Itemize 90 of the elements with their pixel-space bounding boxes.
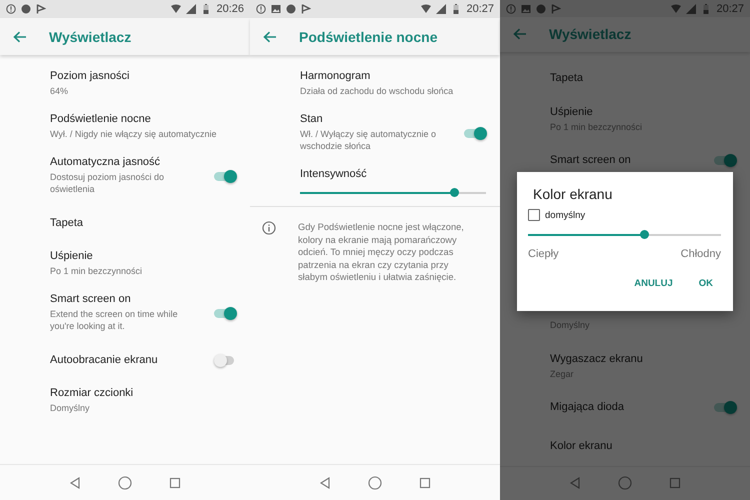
setting-title: Poziom jasności: [50, 70, 130, 82]
back-arrow-icon[interactable]: [513, 28, 527, 40]
setting-title: Smart screen on: [50, 293, 132, 305]
battery-icon: [201, 4, 212, 14]
image-icon: [271, 4, 281, 14]
setting-title: Stan: [300, 113, 324, 125]
dialog-title: Kolor ekranu: [532, 185, 614, 204]
slider-thumb[interactable]: [450, 188, 460, 197]
setting-title: Podświetlenie nocne: [50, 113, 152, 125]
setting-summary: Wł. / Wyłączy się automatycznie o wschodzie słońca: [300, 128, 437, 152]
back-triangle-icon[interactable]: [68, 476, 82, 490]
slider-thumb[interactable]: [640, 230, 649, 239]
setting-summary: Po 1 min bezczynności: [50, 265, 144, 277]
settings-item[interactable]: Automatyczna jasność Dostosuj poziom jasności do oświetlenia: [0, 148, 250, 203]
setting-title: Uśpienie: [550, 106, 594, 118]
toggle-switch[interactable]: [214, 354, 236, 366]
alert-icon: [6, 4, 16, 14]
flag-icon: [301, 4, 311, 14]
checkbox-label: domyślny: [545, 210, 586, 220]
toggle-switch[interactable]: [714, 401, 736, 414]
settings-item[interactable]: Uśpienie Po 1 min bezczynności: [0, 242, 250, 285]
signal-icon: [436, 4, 446, 14]
status-time: 20:27: [466, 3, 494, 15]
info-icon: [262, 221, 276, 235]
battery-icon: [451, 4, 462, 14]
back-arrow-icon[interactable]: [13, 30, 27, 42]
checkbox[interactable]: [528, 209, 540, 221]
status-time: 20:26: [216, 3, 244, 15]
settings-item[interactable]: Autoobracanie ekranu: [0, 340, 250, 379]
settings-item[interactable]: Harmonogram Działa od zachodu do wschodu słońca: [250, 62, 500, 105]
setting-title: Automatyczna jasność: [50, 156, 162, 168]
alert-icon: [506, 4, 516, 14]
setting-title: Harmonogram: [300, 70, 372, 82]
slider-end-label: Chłodny: [680, 248, 721, 260]
flag-icon: [551, 4, 561, 14]
settings-item[interactable]: Poziom jasności 64%: [0, 62, 250, 105]
home-circle-icon[interactable]: [368, 476, 382, 490]
setting-summary: 64%: [50, 85, 70, 97]
battery-icon: [701, 4, 712, 14]
toggle-switch[interactable]: [464, 126, 486, 138]
info-text: Gdy Podświetlenie nocne jest włączone, kolory na ekranie mają pomarańczowy odcień. To mniej męczy oczy podczas patrzenia na ekran czy czytania przy słabym oświetleniu i ułatwia zaśnięcie.: [298, 221, 465, 284]
dialog-button[interactable]: OK: [690, 274, 721, 293]
setting-title: Migająca dioda: [550, 401, 625, 414]
signal-icon: [186, 4, 196, 14]
setting-title: Uśpienie: [50, 250, 94, 262]
setting-title: Autoobracanie ekranu: [50, 354, 159, 366]
toggle-switch[interactable]: [214, 306, 236, 318]
setting-summary: Działa od zachodu do wschodu słońca: [300, 85, 454, 97]
circle-icon: [21, 4, 31, 14]
toggle-switch[interactable]: [214, 170, 236, 182]
setting-title: Tapeta: [50, 216, 84, 228]
setting-summary: Dostosuj poziom jasności do oświetlenia: [50, 171, 166, 195]
screen-title: Wyświetlacz: [549, 26, 632, 42]
settings-item[interactable]: Podświetlenie nocne Wył. / Nigdy nie włączy się automatycznie: [0, 105, 250, 148]
toggle-switch[interactable]: [714, 154, 736, 166]
setting-summary: Domyślny: [50, 402, 91, 414]
wifi-icon: [421, 4, 432, 14]
setting-title: Kolor ekranu: [550, 440, 614, 452]
flag-icon: [36, 4, 46, 14]
settings-item[interactable]: Tapeta: [0, 203, 250, 242]
alert-icon: [256, 4, 266, 14]
setting-summary: Extend the screen on time while you're looking at it.: [50, 308, 179, 332]
setting-title: Rozmiar czcionki: [50, 387, 134, 399]
setting-title: Tapeta: [550, 72, 584, 84]
back-triangle-icon[interactable]: [568, 476, 582, 490]
status-time: 20:27: [716, 2, 744, 14]
slider-label: Intensywność: [300, 168, 368, 180]
signal-icon: [686, 4, 696, 14]
screen-title: Podświetlenie nocne: [299, 28, 438, 44]
slider-end-label: Ciepły: [528, 248, 559, 260]
recents-square-icon[interactable]: [668, 476, 682, 490]
setting-title: Wygaszacz ekranu: [550, 352, 644, 365]
wifi-icon: [171, 4, 182, 14]
settings-item[interactable]: Stan Wł. / Wyłączy się automatycznie o wschodzie słońca: [250, 105, 500, 160]
circle-icon: [536, 4, 546, 14]
home-circle-icon[interactable]: [618, 476, 632, 490]
circle-icon: [286, 4, 296, 14]
dialog-button[interactable]: ANULUJ: [626, 274, 681, 293]
setting-title: Smart screen on: [550, 154, 632, 166]
image-icon: [521, 4, 531, 14]
settings-item[interactable]: Rozmiar czcionki Domyślny: [0, 379, 250, 422]
recents-square-icon[interactable]: [168, 476, 182, 490]
screen-title: Wyświetlacz: [49, 28, 132, 44]
home-circle-icon[interactable]: [118, 476, 132, 490]
back-arrow-icon[interactable]: [263, 30, 277, 42]
recents-square-icon[interactable]: [418, 476, 432, 490]
setting-summary: Wył. / Nigdy nie włączy się automatycznie: [50, 128, 218, 140]
wifi-icon: [671, 4, 682, 14]
back-triangle-icon[interactable]: [318, 476, 332, 490]
settings-item[interactable]: Smart screen on Extend the screen on time while you're looking at it.: [0, 285, 250, 340]
